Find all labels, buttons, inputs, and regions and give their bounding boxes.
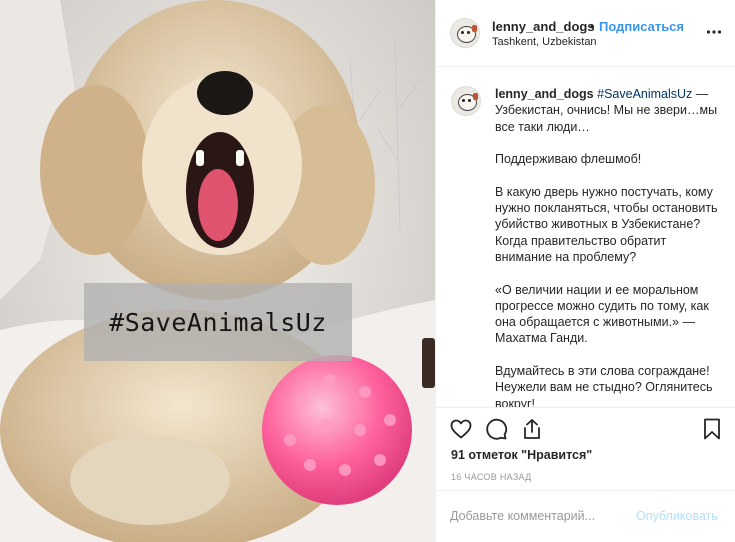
comment-icon[interactable] bbox=[484, 417, 508, 441]
location-link[interactable]: Tashkent, Uzbekistan bbox=[492, 36, 597, 48]
caption-line-5: Вдумайтесь в эти слова сограждане! Неуже… bbox=[495, 364, 713, 407]
dog-photo-illustration bbox=[0, 0, 435, 542]
post-photo[interactable]: #SaveAnimalsUz bbox=[0, 0, 435, 542]
caption-avatar[interactable] bbox=[451, 86, 481, 116]
caption-line-3: В какую дверь нужно постучать, кому нужн… bbox=[495, 184, 718, 264]
post-sidebar: lenny_and_dogs • Подписаться Tashkent, U… bbox=[435, 0, 735, 542]
caption-hashtag-link[interactable]: #SaveAnimalsUz bbox=[597, 87, 692, 101]
separator-dot: • bbox=[590, 19, 595, 34]
username-link[interactable]: lenny_and_dogs bbox=[492, 19, 595, 34]
post-header: lenny_and_dogs • Подписаться Tashkent, U… bbox=[436, 0, 735, 67]
more-horizontal-icon[interactable] bbox=[706, 24, 722, 40]
comment-input[interactable] bbox=[450, 509, 640, 523]
follow-button[interactable]: Подписаться bbox=[599, 19, 684, 34]
comment-bar: Опубликовать bbox=[436, 490, 735, 542]
caption-line-2: Поддерживаю флешмоб! bbox=[495, 152, 642, 167]
bookmark-icon[interactable] bbox=[700, 417, 724, 441]
publish-button[interactable]: Опубликовать bbox=[636, 509, 718, 523]
caption-area: lenny_and_dogs #SaveAnimalsUz — Узбекист… bbox=[436, 67, 735, 407]
share-icon[interactable] bbox=[520, 417, 544, 441]
post-timestamp[interactable]: 16 ЧАСОВ НАЗАД bbox=[451, 472, 532, 482]
heart-icon[interactable] bbox=[449, 417, 473, 441]
likes-count[interactable]: 91 отметок "Нравится" bbox=[451, 448, 592, 462]
avatar[interactable] bbox=[450, 18, 480, 48]
caption-username-link[interactable]: lenny_and_dogs bbox=[495, 87, 594, 101]
caption-text: lenny_and_dogs #SaveAnimalsUz — Узбекист… bbox=[495, 86, 725, 407]
hashtag-overlay: #SaveAnimalsUz bbox=[84, 283, 352, 361]
caption-line-4: «О величии нации и ее моральном прогресс… bbox=[495, 282, 709, 346]
